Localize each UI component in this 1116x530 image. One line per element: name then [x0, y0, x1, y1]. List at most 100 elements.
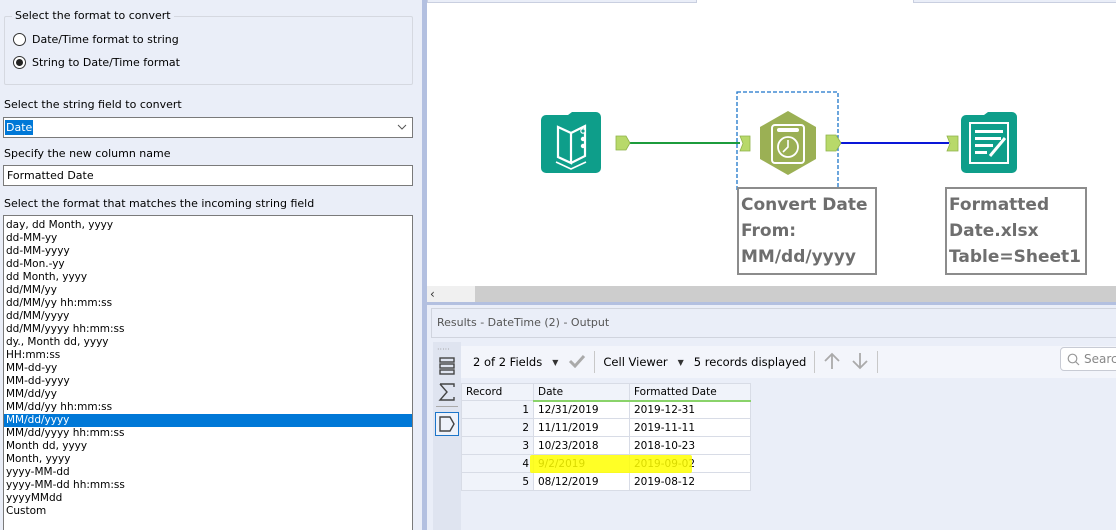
radio-label: Date/Time format to string [32, 33, 179, 46]
side-divider [436, 406, 458, 407]
format-list-item[interactable]: HH:mm:ss [4, 349, 412, 362]
format-list-item[interactable]: dd-Mon.-yy [4, 258, 412, 271]
configuration-panel: Select the format to convert Date/Time f… [0, 0, 422, 530]
annotation-line: Convert Date [741, 195, 868, 215]
format-list-item[interactable]: Month dd, yyyy [4, 440, 412, 453]
format-list-item[interactable]: yyyy-MM-dd [4, 466, 412, 479]
toolbar-separator [814, 351, 816, 373]
grid-header-row: Record Date Formatted Date [461, 383, 751, 402]
date-cell[interactable]: 08/12/2019 [533, 472, 630, 491]
format-list-item[interactable]: MM/dd/yyyy hh:mm:ss [4, 427, 412, 440]
summary-sigma-icon[interactable] [435, 380, 459, 404]
format-list-item[interactable]: MM/dd/yy [4, 388, 412, 401]
format-direction-group: Select the format to convert Date/Time f… [4, 9, 413, 85]
table-row[interactable]: 1 12/31/2019 2019-12-31 [461, 400, 751, 419]
arrow-up-icon[interactable] [823, 352, 841, 373]
string-field-select[interactable]: Date [3, 117, 413, 138]
formatted-date-cell[interactable]: 2019-11-11 [629, 418, 751, 437]
record-cell[interactable]: 5 [461, 472, 534, 491]
format-list-item[interactable]: yyyy-MM-dd hh:mm:ss [4, 479, 412, 492]
table-view-icon[interactable] [435, 354, 459, 378]
results-toolbar: 2 of 2 Fields ▼ Cell Viewer ▼ 5 records … [461, 346, 1116, 378]
record-cell[interactable]: 4 [461, 454, 534, 473]
date-cell[interactable]: 9/2/2019 [533, 454, 630, 473]
annotation-line: Formatted [949, 195, 1050, 215]
scroll-left-button[interactable]: ‹ [427, 286, 475, 302]
apply-check-icon[interactable] [568, 354, 586, 371]
radio-datetime-to-string[interactable]: Date/Time format to string [13, 33, 179, 46]
table-row[interactable]: 3 10/23/2018 2018-10-23 [461, 436, 751, 455]
record-cell[interactable]: 3 [461, 436, 534, 455]
new-column-input[interactable] [3, 165, 413, 186]
format-list-item[interactable]: dd-MM-yy [4, 232, 412, 245]
fields-label: 2 of 2 Fields [473, 355, 543, 369]
formatted-date-cell[interactable]: 2019-09-02 [629, 454, 751, 473]
search-placeholder: Search [1084, 352, 1116, 366]
drag-grip-icon[interactable]: ····· [437, 345, 450, 354]
table-row[interactable]: 2 11/11/2019 2019-11-11 [461, 418, 751, 437]
table-row[interactable]: 4 9/2/2019 2019-09-02 [461, 454, 751, 473]
cell-viewer-dropdown[interactable]: Cell Viewer ▼ [603, 355, 683, 369]
formatted-date-cell[interactable]: 2018-10-23 [629, 436, 751, 455]
string-field-label: Select the string field to convert [4, 98, 182, 111]
format-list-item[interactable]: dd/MM/yyyy hh:mm:ss [4, 323, 412, 336]
radio-string-to-datetime[interactable]: String to Date/Time format [13, 56, 180, 69]
output-tool-annotation[interactable]: Formatted Date.xlsx Table=Sheet1 [945, 187, 1087, 275]
annotation-line: Date.xlsx [949, 221, 1039, 241]
date-cell[interactable]: 12/31/2019 [533, 400, 630, 419]
annotation-line: MM/dd/yyyy [741, 247, 856, 267]
arrow-down-icon[interactable] [851, 352, 869, 373]
output-data-tool[interactable] [961, 112, 1017, 173]
radio-button[interactable] [13, 33, 26, 46]
format-list-item[interactable]: MM-dd-yy [4, 362, 412, 375]
column-header-formatted-date[interactable]: Formatted Date [629, 383, 751, 402]
format-list-item[interactable]: dd-MM-yyyy [4, 245, 412, 258]
format-listbox[interactable]: day, dd Month, yyyy dd-MM-yy dd-MM-yyyy dd-… [3, 215, 413, 530]
date-cell[interactable]: 11/11/2019 [533, 418, 630, 437]
format-list-item[interactable]: MM-dd-yyyy [4, 375, 412, 388]
records-count: 5 records displayed [693, 355, 807, 369]
alteryx-window: Select the format to convert Date/Time f… [0, 0, 1116, 530]
record-cell[interactable]: 2 [461, 418, 534, 437]
output-anchor[interactable] [825, 134, 842, 152]
format-list-item[interactable]: MM/dd/yy hh:mm:ss [4, 401, 412, 414]
output-anchor[interactable] [615, 135, 631, 151]
cell-viewer-label: Cell Viewer [603, 355, 668, 369]
chevron-down-icon[interactable] [397, 122, 407, 132]
radio-button-selected[interactable] [13, 56, 26, 69]
results-search-box[interactable]: Search [1060, 347, 1116, 371]
toolbar-separator [594, 351, 596, 373]
format-list-item[interactable]: MM/dd/yyyy [4, 414, 412, 427]
fields-dropdown[interactable]: 2 of 2 Fields ▼ [473, 355, 558, 369]
string-field-value: Date [5, 120, 34, 135]
annotation-line: From: [741, 221, 797, 241]
record-cell[interactable]: 1 [461, 400, 534, 419]
results-side-toolbar: ····· [433, 342, 461, 530]
format-list-item[interactable]: Month, yyyy [4, 453, 412, 466]
format-list-item[interactable]: day, dd Month, yyyy [4, 219, 412, 232]
input-data-tool[interactable] [541, 112, 601, 173]
format-list-item[interactable]: dy., Month dd, yyyy [4, 336, 412, 349]
format-list-item[interactable]: yyyyMMdd [4, 492, 412, 505]
canvas-horizontal-scrollbar[interactable]: ‹ [427, 286, 1116, 302]
workflow-canvas[interactable]: Convert Date From: MM/dd/yyyy Formatted … [427, 0, 1116, 286]
results-grid[interactable]: Record Date Formatted Date 1 12/31/2019 20… [461, 383, 751, 491]
format-list-item[interactable]: dd/MM/yy [4, 284, 412, 297]
search-icon [1067, 353, 1080, 365]
formatted-date-cell[interactable]: 2019-12-31 [629, 400, 751, 419]
date-cell[interactable]: 10/23/2018 [533, 436, 630, 455]
formatted-date-cell[interactable]: 2019-08-12 [629, 472, 751, 491]
output-anchor-icon[interactable] [435, 412, 459, 436]
format-list-item[interactable]: dd/MM/yy hh:mm:ss [4, 297, 412, 310]
input-anchor[interactable] [739, 135, 751, 152]
datetime-tool-annotation[interactable]: Convert Date From: MM/dd/yyyy [737, 187, 877, 275]
format-list-item[interactable]: Custom [4, 505, 412, 518]
datetime-tool[interactable] [760, 111, 816, 175]
column-header-record[interactable]: Record [461, 383, 534, 401]
new-column-label: Specify the new column name [4, 147, 171, 160]
format-list-item[interactable]: dd/MM/yyyy [4, 310, 412, 323]
format-list-item[interactable]: dd Month, yyyy [4, 271, 412, 284]
results-panel: Results - DateTime (2) - Output ····· 2 … [427, 305, 1116, 530]
table-row[interactable]: 5 08/12/2019 2019-08-12 [461, 472, 751, 491]
column-header-date[interactable]: Date [533, 383, 630, 402]
